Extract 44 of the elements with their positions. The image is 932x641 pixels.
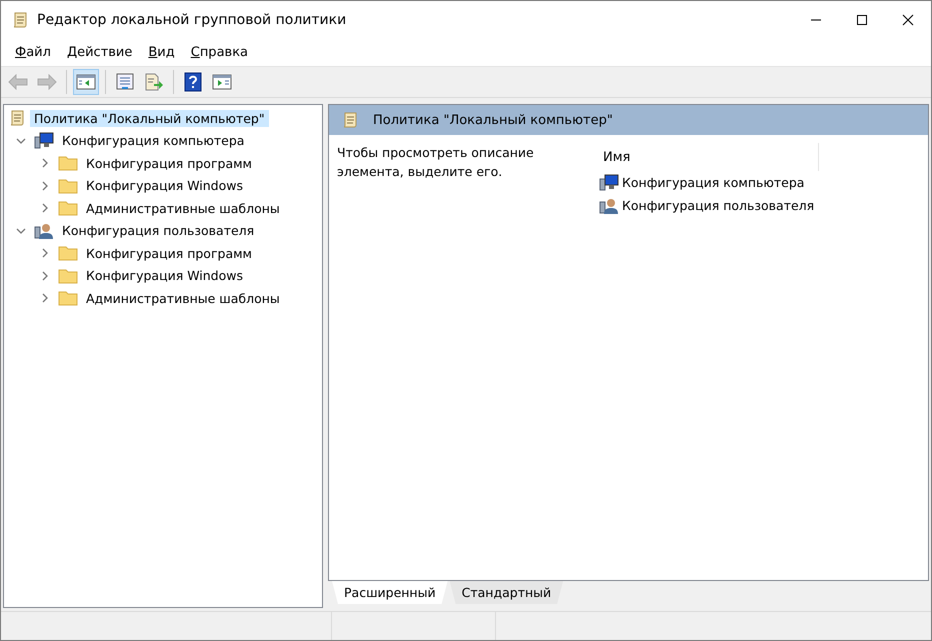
folder-icon xyxy=(58,200,78,216)
tree-item[interactable]: Конфигурация Windows xyxy=(82,177,247,194)
back-arrow-icon xyxy=(8,74,28,90)
folder-icon xyxy=(58,268,78,284)
menu-item[interactable]: Действие xyxy=(58,45,140,60)
tree-item[interactable]: Административные шаблоны xyxy=(82,200,284,217)
tree-item[interactable]: Административные шаблоны xyxy=(82,290,284,307)
list-item[interactable]: Конфигурация пользователя xyxy=(622,198,814,213)
pane-icon xyxy=(76,73,96,91)
help-icon xyxy=(184,72,202,92)
export-icon xyxy=(144,73,164,91)
header-title: Политика "Локальный компьютер" xyxy=(373,112,613,128)
properties-icon xyxy=(115,73,135,91)
scroll-icon xyxy=(8,109,26,128)
folder-icon xyxy=(58,155,78,172)
tree-item[interactable]: Политика "Локальный компьютер" xyxy=(30,110,269,127)
folder-icon xyxy=(58,290,78,306)
scroll-icon xyxy=(11,11,29,29)
view-tab[interactable]: Стандартный xyxy=(450,581,564,604)
action-pane-icon xyxy=(212,73,232,91)
forward-arrow-icon xyxy=(37,74,57,90)
tree-item[interactable]: Конфигурация Windows xyxy=(82,267,247,284)
close-icon xyxy=(902,14,914,26)
folder-icon xyxy=(58,245,78,262)
menu-item[interactable]: Справка xyxy=(182,45,256,60)
tree-item[interactable]: Конфигурация программ xyxy=(82,154,256,172)
description-text: Чтобы просмотреть описание элемента, выделите его. xyxy=(337,144,535,181)
user-icon xyxy=(599,196,619,214)
toolbar-button[interactable] xyxy=(73,69,99,95)
maximize-icon xyxy=(856,14,868,26)
column-header[interactable]: Имя xyxy=(599,143,819,171)
folder-icon xyxy=(58,178,78,194)
scroll-icon xyxy=(341,111,359,129)
menu-item[interactable]: Файл xyxy=(7,45,59,60)
computer-icon xyxy=(34,132,54,150)
tree-item[interactable]: Конфигурация программ xyxy=(82,244,256,262)
menu-item[interactable]: Вид xyxy=(140,45,183,60)
computer-icon xyxy=(599,174,619,192)
tree-item[interactable]: Конфигурация пользователя xyxy=(58,222,258,240)
list-item[interactable]: Конфигурация компьютера xyxy=(622,175,804,190)
view-tab[interactable]: Расширенный xyxy=(332,581,448,604)
user-icon xyxy=(34,222,54,240)
tree-item[interactable]: Конфигурация компьютера xyxy=(58,132,248,150)
window-title: Редактор локальной групповой политики xyxy=(37,12,348,28)
